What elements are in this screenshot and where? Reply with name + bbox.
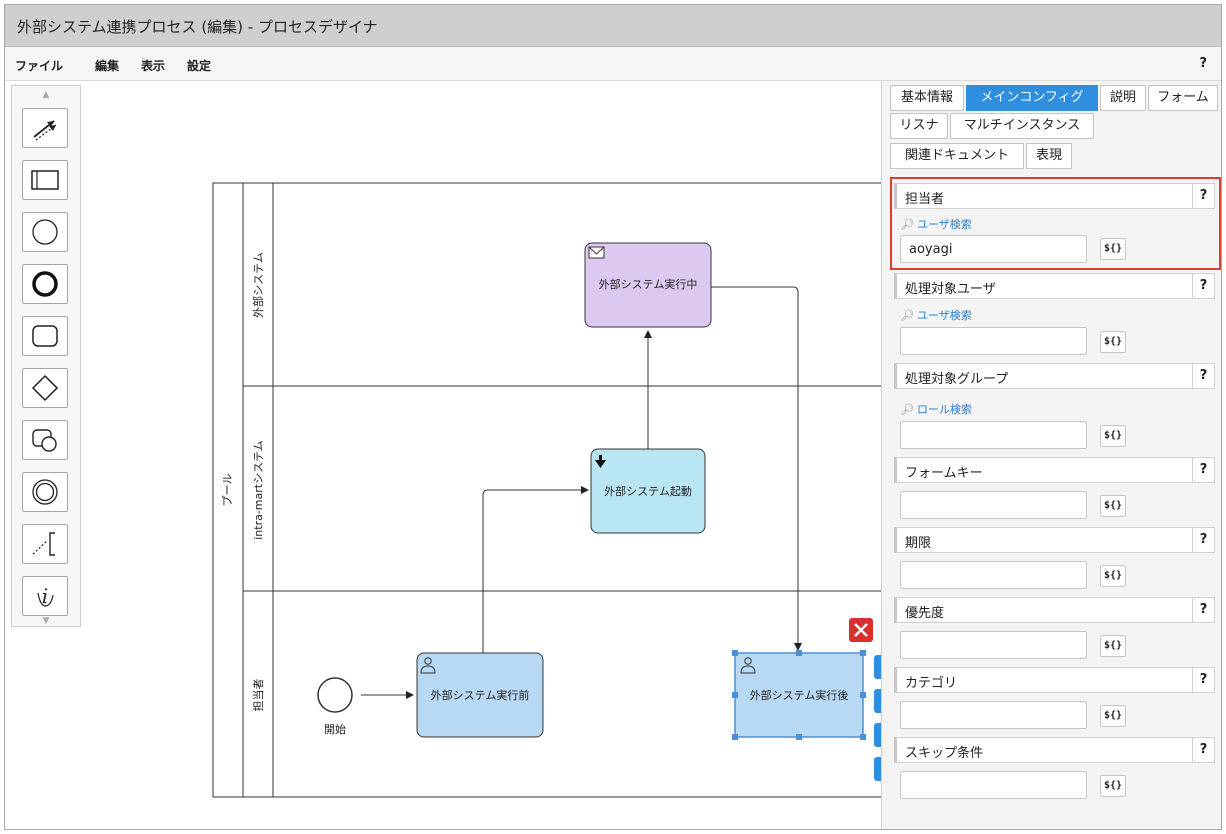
section-candidate-users: 処理対象ユーザ ? [894, 273, 1215, 299]
annotation-icon [32, 532, 55, 556]
expression-button[interactable]: ${} [1100, 495, 1126, 517]
task-tool[interactable] [22, 316, 68, 356]
candidate-groups-input[interactable] [900, 421, 1087, 449]
start-event-tool[interactable] [22, 212, 68, 252]
section-due-date: 期限 ? [894, 527, 1215, 553]
help-button[interactable]: ? [1192, 667, 1214, 693]
expression-button[interactable]: ${} [1100, 331, 1126, 353]
envelope-icon [588, 246, 605, 259]
skip-condition-input[interactable] [900, 771, 1087, 799]
help-button[interactable]: ? [1192, 457, 1214, 483]
lane-label-assignee: 担当者 [251, 679, 265, 712]
section-label: 期限 [905, 536, 932, 551]
intermediate-event-tool[interactable] [22, 472, 68, 512]
gateway-tool[interactable] [22, 368, 68, 408]
assignee-input[interactable]: aoyagi [900, 235, 1087, 263]
help-button[interactable]: ? [1192, 363, 1214, 389]
category-input[interactable] [900, 701, 1087, 729]
section-skip-condition: スキップ条件 ? [894, 737, 1215, 763]
subprocess-tool[interactable] [22, 420, 68, 460]
search-icon: 🔎︎ [900, 309, 914, 322]
data-object-tool[interactable]: i [22, 576, 68, 616]
process-designer-window: 外部システム連携プロセス (編集) - プロセスデザイナ ファイル 編集 表示 … [4, 4, 1222, 830]
tab-basic-info[interactable]: 基本情報 [890, 85, 964, 111]
link-label: ユーザ検索 [916, 218, 972, 231]
due-date-input[interactable] [900, 561, 1087, 589]
user-search-link[interactable]: 🔎︎ ユーザ検索 [900, 216, 972, 232]
section-label: 担当者 [905, 192, 945, 207]
link-label: ユーザ検索 [916, 309, 972, 322]
task-external-running[interactable]: 外部システム実行中 [584, 242, 712, 328]
priority-input[interactable] [900, 631, 1087, 659]
task-label: 外部システム実行中 [599, 277, 698, 291]
lane-label-intramart: intra-martシステム [252, 440, 265, 540]
tab-expression[interactable]: 表現 [1026, 143, 1072, 169]
task-before[interactable]: 外部システム実行前 [416, 652, 544, 738]
section-label: フォームキー [905, 466, 983, 481]
tab-form[interactable]: フォーム [1148, 85, 1218, 111]
diagram-canvas[interactable]: プール 外部システム intra-martシステム 担当者 開始 外部システム実… [5, 5, 881, 830]
task-label: 外部システム実行後 [750, 688, 849, 702]
form-key-input[interactable] [900, 491, 1087, 519]
expression-button[interactable]: ${} [1100, 705, 1126, 727]
task-label: 外部システム起動 [604, 484, 692, 498]
pool-label: プール [221, 474, 234, 507]
link-label: ロール検索 [916, 403, 972, 416]
task-external-start[interactable]: 外部システム起動 [590, 448, 706, 534]
role-search-link[interactable]: 🔎︎ ロール検索 [900, 401, 972, 417]
tool-palette: ▲ i ▼ [11, 85, 81, 627]
start-event-label: 開始 [324, 722, 346, 736]
tab-description[interactable]: 説明 [1100, 85, 1146, 111]
subprocess-icon [32, 429, 57, 452]
help-button[interactable]: ? [1192, 273, 1214, 299]
end-event-icon [32, 271, 58, 297]
section-form-key: フォームキー ? [894, 457, 1215, 483]
help-button[interactable]: ? [1199, 56, 1207, 71]
task-label: 外部システム実行前 [431, 688, 530, 702]
section-priority: 優先度 ? [894, 597, 1215, 623]
connector-tool[interactable] [22, 108, 68, 148]
annotation-tool[interactable] [22, 524, 68, 564]
user-search-link[interactable]: 🔎︎ ユーザ検索 [900, 307, 972, 323]
section-label: 優先度 [905, 606, 945, 621]
lane-label-external: 外部システム [251, 252, 265, 318]
section-label: 処理対象ユーザ [905, 282, 996, 297]
expression-button[interactable]: ${} [1100, 635, 1126, 657]
search-icon: 🔎︎ [900, 218, 914, 231]
end-event-tool[interactable] [22, 264, 68, 304]
lane-icon [31, 170, 59, 190]
help-button[interactable]: ? [1192, 183, 1214, 209]
expression-button[interactable]: ${} [1100, 425, 1126, 447]
expression-button[interactable]: ${} [1100, 238, 1126, 260]
help-button[interactable]: ? [1192, 737, 1214, 763]
intermediate-event-icon [32, 479, 58, 505]
task-after[interactable]: 外部システム実行後 [732, 650, 866, 740]
help-button[interactable]: ? [1192, 597, 1214, 623]
palette-scroll-up[interactable]: ▲ [12, 90, 80, 100]
connector-icon [33, 120, 57, 141]
data-object-icon: i [37, 584, 54, 608]
gateway-icon [31, 374, 59, 402]
tab-related-docs[interactable]: 関連ドキュメント [890, 143, 1024, 169]
palette-scroll-down[interactable]: ▼ [12, 616, 80, 626]
tab-multi-instance[interactable]: マルチインスタンス [950, 113, 1094, 139]
tab-listener[interactable]: リスナ [890, 113, 948, 139]
candidate-users-input[interactable] [900, 327, 1087, 355]
task-icon [32, 325, 58, 347]
lane-tool[interactable] [22, 160, 68, 200]
section-category: カテゴリ ? [894, 667, 1215, 693]
delete-icon[interactable] [849, 618, 873, 642]
expression-button[interactable]: ${} [1100, 565, 1126, 587]
help-button[interactable]: ? [1192, 527, 1214, 553]
tab-main-config[interactable]: メインコンフィグ [966, 85, 1098, 111]
expression-button[interactable]: ${} [1100, 775, 1126, 797]
section-assignee: 担当者 ? [894, 183, 1215, 209]
search-icon: 🔎︎ [900, 403, 914, 416]
section-label: スキップ条件 [905, 746, 984, 761]
section-label: 処理対象グループ [905, 372, 1009, 387]
start-event-icon [32, 219, 58, 245]
property-panel: 基本情報 メインコンフィグ 説明 フォーム リスナ マルチインスタンス 関連ドキ… [881, 81, 1221, 829]
section-label: カテゴリ [905, 676, 958, 691]
section-candidate-groups: 処理対象グループ ? [894, 363, 1215, 389]
